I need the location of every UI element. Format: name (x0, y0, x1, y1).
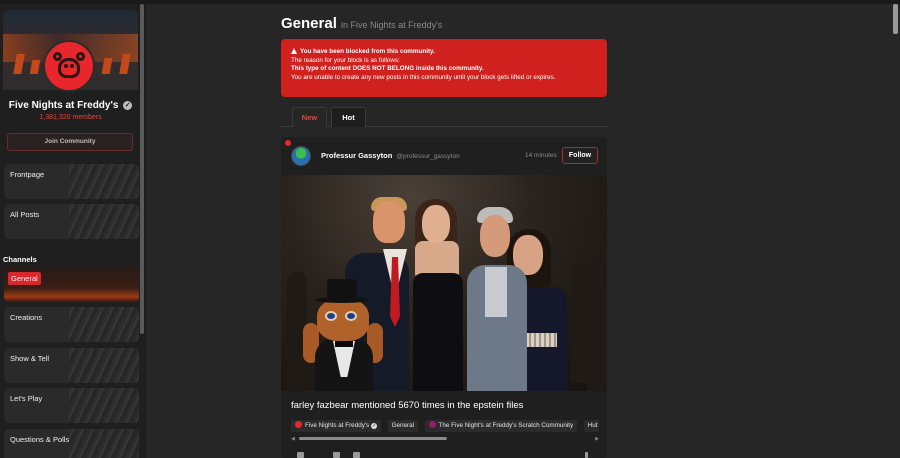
alert-reason: This type of content DOES NOT BELONG ins… (291, 65, 484, 73)
verified-icon: ✓ (371, 423, 378, 429)
chip-label: Hut (587, 422, 598, 429)
crosspost-chips: Five Nights at Freddy's ✓ General The Fiv… (291, 420, 599, 432)
join-community-button[interactable]: Join Community (7, 133, 133, 151)
chips-scrollbar[interactable]: ◀ ▶ (291, 436, 599, 442)
chip-channel[interactable]: Hut (583, 420, 599, 432)
post-time: 14 minutes (525, 152, 557, 159)
nav-label: Frontpage (10, 170, 45, 179)
tab-hot[interactable]: Hot (331, 107, 366, 127)
scroll-right-icon[interactable]: ▶ (595, 436, 599, 442)
channel-lets-play[interactable]: Let's Play (4, 388, 139, 423)
nav-label: All Posts (10, 210, 40, 219)
chip-community[interactable]: Five Nights at Freddy's ✓ (291, 420, 382, 432)
sidebar-scrollbar[interactable] (140, 4, 144, 334)
chip-community[interactable]: The Five Night's at Freddy's Scratch Com… (424, 420, 578, 432)
warning-icon (291, 48, 297, 54)
community-logo-icon (43, 40, 95, 92)
chip-label: Five Nights at Freddy's (305, 422, 370, 429)
page-title: General in Five Nights at Freddy's (281, 15, 442, 32)
like-icon[interactable] (297, 452, 304, 458)
bear-character (301, 279, 387, 391)
community-sidebar: Five Nights at Freddy's ✓ 1,381,320 memb… (0, 4, 146, 458)
page-scrollbar[interactable] (893, 4, 898, 34)
comment-icon[interactable] (333, 452, 340, 458)
alert-line: You are unable to create any new posts i… (291, 73, 556, 81)
community-icon (295, 421, 302, 428)
tab-new[interactable]: New (292, 107, 327, 127)
author-handle: @professur_gassyton (396, 153, 460, 160)
share-icon[interactable] (353, 452, 360, 458)
chip-label: The Five Night's at Freddy's Scratch Com… (438, 422, 574, 429)
channel-show-and-tell[interactable]: Show & Tell (4, 348, 139, 383)
scroll-thumb[interactable] (299, 437, 447, 440)
channel-label: Show & Tell (10, 354, 50, 363)
more-icon[interactable] (585, 452, 588, 458)
member-count: 1,381,320 members (39, 114, 102, 121)
sort-tabs: New Hot (281, 107, 607, 127)
channel-label: Creations (10, 313, 43, 322)
avatar[interactable] (291, 146, 311, 166)
channel-questions-polls[interactable]: Questions & Polls (4, 429, 139, 458)
post-image[interactable] (281, 175, 607, 391)
community-name-text: Five Nights at Freddy's (8, 100, 119, 111)
blocked-alert: You have been blocked from this communit… (281, 39, 607, 97)
nav-frontpage[interactable]: Frontpage (4, 164, 139, 199)
channel-label: General (8, 272, 41, 285)
community-icon (428, 421, 436, 428)
alert-line: The reason for your block is as follows: (291, 56, 400, 64)
channel-title: General (281, 15, 337, 32)
author-name[interactable]: Professur Gassyton (321, 151, 392, 160)
community-name: Five Nights at Freddy's ✓ (0, 100, 141, 111)
post-card[interactable]: Professur Gassyton @professur_gassyton 1… (281, 137, 607, 458)
channel-creations[interactable]: Creations (4, 307, 139, 342)
channel-subtitle: in Five Nights at Freddy's (341, 20, 443, 30)
unread-dot-icon (285, 140, 291, 146)
alert-heading: You have been blocked from this communit… (291, 48, 597, 57)
nav-all-posts[interactable]: All Posts (4, 204, 139, 239)
verified-icon: ✓ (123, 101, 133, 110)
channel-general[interactable]: General (4, 267, 139, 302)
alert-heading-text: You have been blocked from this communit… (300, 48, 435, 55)
chip-channel[interactable]: General (387, 420, 419, 432)
post-actions (295, 451, 595, 458)
scroll-left-icon[interactable]: ◀ (291, 436, 295, 442)
post-title[interactable]: farley fazbear mentioned 5670 times in t… (291, 400, 523, 411)
channel-label: Let's Play (10, 394, 43, 403)
chip-label: General (391, 422, 415, 429)
post-author[interactable]: Professur Gassyton @professur_gassyton (321, 151, 460, 160)
channel-label: Questions & Polls (10, 435, 70, 444)
channels-heading: Channels (3, 255, 37, 264)
follow-button[interactable]: Follow (562, 147, 598, 164)
